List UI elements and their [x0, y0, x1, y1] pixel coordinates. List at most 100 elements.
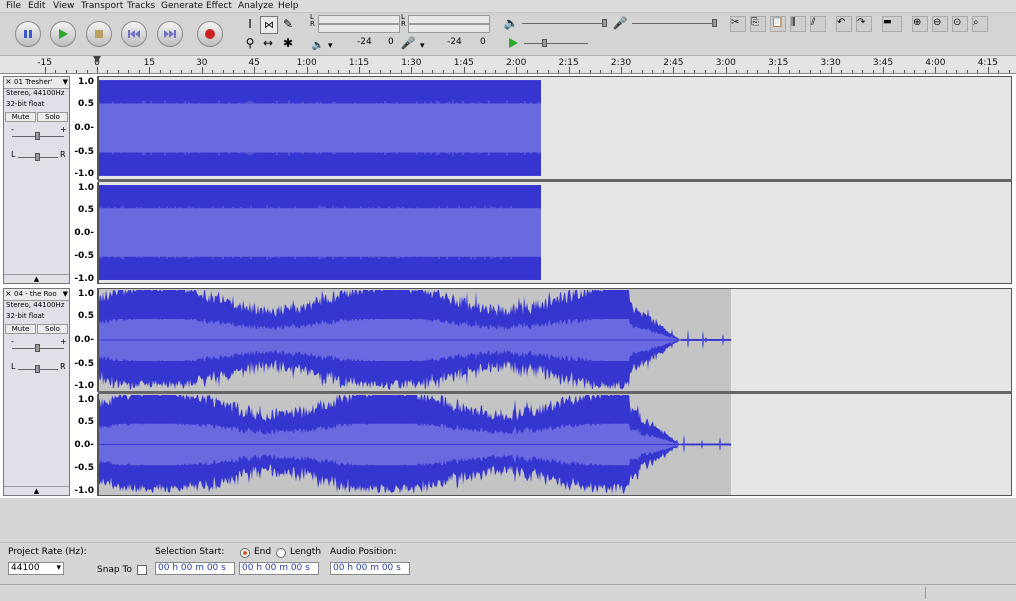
play-speed-knob[interactable] — [542, 39, 547, 47]
paste-button[interactable]: 📋 — [770, 16, 786, 32]
skip-to-end-button[interactable] — [157, 21, 183, 47]
cut-button[interactable]: ✂ — [730, 16, 746, 32]
fit-selection-button[interactable]: ⊙ — [952, 16, 968, 32]
speaker-icon: 🔈 — [311, 39, 325, 51]
collapse-track-1[interactable]: ▲ — [4, 274, 69, 283]
gain-knob-2[interactable] — [35, 344, 40, 352]
envelope-tool[interactable]: ⋈ — [260, 16, 278, 34]
scale-label: -1.0 — [74, 381, 94, 391]
snap-to-checkbox[interactable] — [137, 565, 147, 575]
ruler-tick-mark — [987, 67, 989, 73]
solo-button-2[interactable]: Solo — [37, 324, 68, 334]
audio-position-field[interactable]: 00 h 00 m 00 s — [330, 562, 410, 575]
ruler-tick-mark — [809, 70, 811, 73]
menu-generate[interactable]: Generate — [161, 0, 203, 12]
menu-file[interactable]: File — [6, 0, 21, 12]
menu-transport[interactable]: Transport — [81, 0, 123, 12]
selection-start-label: Selection Start: — [155, 547, 225, 557]
pause-button[interactable] — [15, 21, 41, 47]
zoom-out-button[interactable]: ⊖ — [932, 16, 948, 32]
ruler-tick-mark — [327, 70, 329, 73]
speaker-menu-button[interactable]: 🔈 — [310, 37, 326, 53]
dropdown-arrow-icon[interactable]: ▾ — [328, 41, 333, 51]
play-speed-slider[interactable] — [524, 43, 588, 44]
sync-lock-button[interactable]: ▬ — [882, 16, 902, 32]
solo-button-1[interactable]: Solo — [37, 112, 68, 122]
pan-knob-2[interactable] — [35, 365, 40, 373]
playback-volume-knob[interactable] — [602, 19, 607, 27]
selection-tool[interactable]: I — [242, 16, 258, 32]
project-rate-select[interactable]: 44100 ▾ — [8, 562, 64, 575]
timeline-ruler[interactable]: -1501530451:001:151:301:452:002:152:302:… — [0, 56, 1016, 74]
selection-start-field[interactable]: 00 h 00 m 00 s — [155, 562, 235, 575]
ruler-tick-mark — [390, 70, 392, 73]
undo-button[interactable]: ↶ — [836, 16, 852, 32]
record-button[interactable] — [197, 21, 223, 47]
ruler-tick-mark — [222, 70, 224, 73]
menu-analyze[interactable]: Analyze — [238, 0, 273, 12]
copy-button[interactable]: ⎘ — [750, 16, 766, 32]
collapse-track-2[interactable]: ▲ — [4, 486, 69, 495]
ruler-tick-mark — [694, 70, 696, 73]
mic-menu-button[interactable]: 🎤 — [400, 35, 416, 51]
skip-to-start-button[interactable] — [121, 21, 147, 47]
asterisk-icon: ✱ — [282, 36, 294, 50]
play-button[interactable] — [50, 21, 76, 47]
ruler-tick-mark — [547, 70, 549, 73]
tracks-area[interactable]: × 01 Tresher' ▼ Stereo, 44100Hz 32-bit f… — [0, 74, 1016, 498]
menu-view[interactable]: View — [53, 0, 74, 12]
close-track-icon[interactable]: × — [5, 289, 12, 299]
ruler-tick-mark — [432, 70, 434, 73]
selection-end-field[interactable]: 00 h 00 m 00 s — [239, 562, 319, 575]
menu-help[interactable]: Help — [278, 0, 299, 12]
double-arrow-icon: ↔ — [262, 36, 274, 50]
ruler-tick-mark — [55, 70, 57, 73]
chevron-up-icon: ▲ — [33, 487, 40, 495]
recording-volume-knob[interactable] — [712, 19, 717, 27]
multi-tool[interactable]: ✱ — [280, 35, 296, 51]
ruler-tick-mark — [97, 67, 98, 73]
mute-button-1[interactable]: Mute — [5, 112, 36, 122]
waveform-track2-right — [99, 395, 731, 494]
track-name-menu-2[interactable]: × 04 - the Roo ▼ — [4, 289, 69, 301]
skip-to-end-icon — [164, 30, 176, 38]
gain-knob-1[interactable] — [35, 132, 40, 140]
zoom-tool[interactable]: ⚲ — [242, 35, 258, 51]
draw-tool[interactable]: ✎ — [280, 16, 296, 32]
stop-button[interactable] — [86, 21, 112, 47]
close-track-icon[interactable]: × — [5, 77, 12, 87]
record-icon — [205, 29, 215, 39]
ruler-tick-mark — [275, 70, 277, 73]
track-name-menu-1[interactable]: × 01 Tresher' ▼ — [4, 77, 69, 89]
silence-button[interactable]: ⫽ — [810, 16, 826, 32]
playback-volume-slider[interactable] — [522, 23, 607, 24]
gain-minus-label: - — [11, 125, 14, 134]
play-at-speed-button[interactable] — [505, 35, 521, 51]
scale-label: 1.0 — [78, 77, 94, 87]
pan-right-label-1: R — [60, 150, 66, 159]
ruler-tick-mark — [872, 70, 874, 73]
ruler-tick-mark — [180, 70, 182, 73]
waveform-track2-left — [99, 290, 731, 390]
mute-button-2[interactable]: Mute — [5, 324, 36, 334]
ruler-tick-mark — [746, 70, 748, 73]
pan-knob-1[interactable] — [35, 153, 40, 161]
ruler-tick-mark — [998, 70, 1000, 73]
menu-effect[interactable]: Effect — [206, 0, 232, 12]
timeshift-tool[interactable]: ↔ — [260, 35, 276, 51]
menu-tracks[interactable]: Tracks — [127, 0, 155, 12]
scale-label: 0.0- — [74, 440, 94, 450]
trim-button[interactable]: ⫼ — [790, 16, 806, 32]
menu-edit[interactable]: Edit — [28, 0, 45, 12]
ruler-tick-mark — [799, 70, 801, 73]
recording-volume-slider[interactable] — [632, 23, 717, 24]
ruler-tick-mark — [715, 70, 717, 73]
sync-lock-icon: ▬ — [883, 17, 892, 27]
redo-button[interactable]: ↷ — [856, 16, 872, 32]
dropdown-arrow-icon[interactable]: ▾ — [420, 41, 425, 51]
end-radio[interactable] — [240, 548, 250, 558]
length-radio[interactable] — [276, 548, 286, 558]
ruler-tick-mark — [317, 70, 319, 73]
fit-project-button[interactable]: ⌕ — [972, 16, 988, 32]
zoom-in-button[interactable]: ⊕ — [912, 16, 928, 32]
